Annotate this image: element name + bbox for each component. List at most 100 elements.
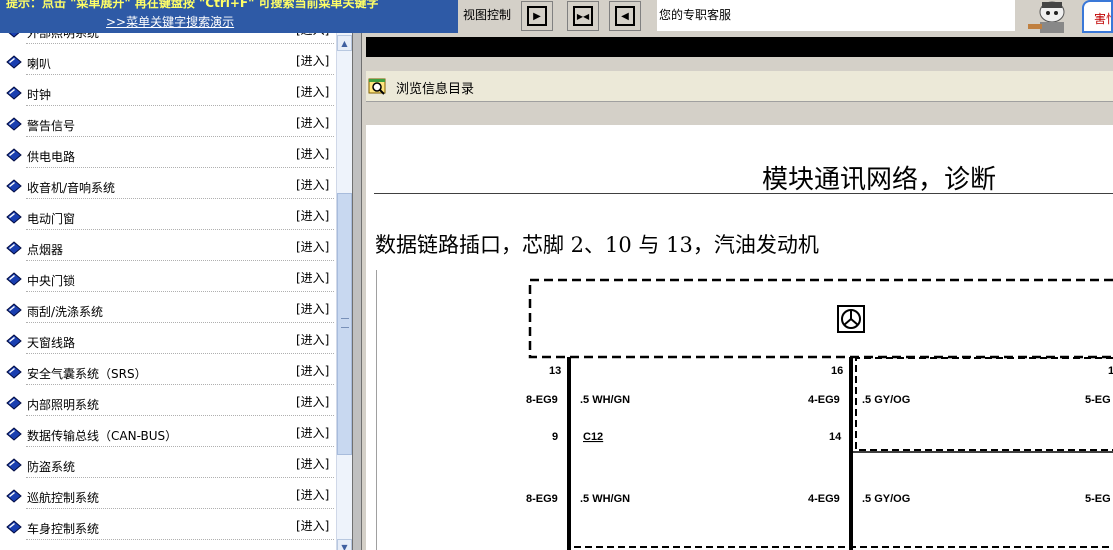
tip-banner: 提示：点击 "菜单展开" 再在键盘按 "Ctrl+F" 可搜索当前菜单关键字 >… (0, 0, 458, 33)
wire-color-label: .5 WH/GN (580, 493, 630, 505)
menu-item[interactable]: 数据传输总线（CAN-BUS） [进入] (0, 418, 336, 449)
enter-link[interactable]: [进入] (296, 300, 329, 317)
row-divider (26, 229, 334, 230)
enter-link[interactable]: [进入] (296, 176, 329, 193)
wire-color-label: .5 GY/OG (862, 394, 910, 406)
book-icon (6, 117, 22, 131)
customer-service-box[interactable]: 您的专职客服 (657, 0, 1015, 31)
enter-link[interactable]: [进入] (296, 238, 329, 255)
connector-label: 8-EG9 (526, 394, 558, 406)
search-demo-link[interactable]: >>菜单关键字搜索演示 (106, 13, 234, 30)
menu-item[interactable]: 内部照明系统 [进入] (0, 387, 336, 418)
row-divider (26, 322, 334, 323)
module-box (528, 278, 1113, 359)
enter-link[interactable]: [进入] (296, 83, 329, 100)
row-divider (26, 260, 334, 261)
content-panel: 浏览信息目录 模块通讯网络，诊断 数据链路插口，芯脚 2、10 与 13，汽油发… (362, 33, 1113, 550)
browse-bar[interactable]: 浏览信息目录 (366, 71, 1113, 102)
connector-label: 4-EG9 (808, 493, 840, 505)
book-icon (6, 210, 22, 224)
enter-link[interactable]: [进入] (296, 207, 329, 224)
book-icon (6, 179, 22, 193)
split-arrows-icon: ▶◀ (573, 6, 593, 26)
row-divider (26, 353, 334, 354)
menu-item[interactable]: 防盗系统 [进入] (0, 449, 336, 480)
menu-panel: 外部照明系统[进入]喇叭[进入]时钟[进入]警告信号[进入]供电电路[进入]收音… (0, 33, 352, 550)
enter-link[interactable]: [进入] (296, 52, 329, 69)
menu-item[interactable]: 收音机/音响系统 [进入] (0, 170, 336, 201)
row-divider (26, 477, 334, 478)
menu-item[interactable]: 点烟器 [进入] (0, 232, 336, 263)
mascot-icon (1028, 1, 1065, 33)
menu-item-label: 喇叭 (27, 57, 52, 71)
enter-link[interactable]: [进入] (296, 424, 329, 441)
book-icon (6, 458, 22, 472)
menu-item-label: 时钟 (27, 88, 52, 102)
row-divider (26, 105, 334, 106)
pin-13: 13 (549, 365, 561, 377)
menu-item[interactable]: 警告信号 [进入] (0, 108, 336, 139)
enter-link[interactable]: [进入] (296, 33, 329, 38)
book-icon (6, 396, 22, 410)
view-control-label: 视图控制 (463, 8, 512, 22)
menu-item-label: 巡航控制系统 (27, 491, 100, 505)
book-icon (6, 520, 22, 534)
scroll-thumb[interactable] (337, 193, 352, 455)
splice-label: C12 (583, 431, 603, 443)
service-label: 您的专职客服 (659, 8, 732, 22)
scroll-up-icon[interactable]: ▲ (337, 35, 352, 51)
enter-link[interactable]: [进入] (296, 362, 329, 379)
book-icon (6, 334, 22, 348)
panel-splitter[interactable] (352, 33, 362, 550)
menu-item[interactable]: 车身控制系统 [进入] (0, 511, 336, 542)
row-divider (26, 384, 334, 385)
connector-label: 4-EG9 (808, 394, 840, 406)
menu-item[interactable]: 巡航控制系统 [进入] (0, 480, 336, 511)
menu-item[interactable]: 外部照明系统 [进入] (0, 33, 336, 46)
enter-link[interactable]: [进入] (296, 486, 329, 503)
book-icon (6, 86, 22, 100)
row-divider (26, 43, 334, 44)
enter-link[interactable]: [进入] (296, 145, 329, 162)
book-icon (6, 489, 22, 503)
row-divider (26, 446, 334, 447)
menu-item-label: 电动门窗 (27, 212, 76, 226)
menu-item-label: 内部照明系统 (27, 398, 100, 412)
enter-link[interactable]: [进入] (296, 114, 329, 131)
book-icon (6, 303, 22, 317)
steering-wheel-icon (837, 305, 865, 333)
scroll-down-icon[interactable]: ▼ (337, 539, 352, 550)
corner-text: 害怕 (1094, 12, 1111, 26)
pin-16: 16 (831, 365, 843, 377)
expand-right-button[interactable]: ▶ (521, 1, 553, 31)
menu-item-label: 点烟器 (27, 243, 64, 257)
menu-item[interactable]: 天窗线路 [进入] (0, 325, 336, 356)
menu-item[interactable]: 供电电路 [进入] (0, 139, 336, 170)
row-divider (26, 539, 334, 540)
menu-item[interactable]: 喇叭 [进入] (0, 46, 336, 77)
menu-item-label: 车身控制系统 (27, 522, 100, 536)
magnifier-book-icon (368, 78, 386, 95)
grip-icon (341, 318, 349, 328)
book-icon (8, 33, 20, 38)
arrow-left-icon: ◀ (615, 6, 635, 26)
enter-link[interactable]: [进入] (296, 331, 329, 348)
menu-item[interactable]: 电动门窗 [进入] (0, 201, 336, 232)
split-view-button[interactable]: ▶◀ (567, 1, 599, 31)
book-icon (6, 241, 22, 255)
menu-item[interactable]: 安全气囊系统（SRS） [进入] (0, 356, 336, 387)
menu-scrollbar[interactable]: ▲ ▼ (336, 33, 352, 550)
corner-badge[interactable]: 害怕 (1082, 0, 1113, 33)
menu-item[interactable]: 中央门锁 [进入] (0, 263, 336, 294)
enter-link[interactable]: [进入] (296, 517, 329, 534)
enter-link[interactable]: [进入] (296, 393, 329, 410)
row-divider (26, 136, 334, 137)
menu-item[interactable]: 时钟 [进入] (0, 77, 336, 108)
enter-link[interactable]: [进入] (296, 455, 329, 472)
menu-item-label: 数据传输总线（CAN-BUS） (27, 429, 178, 443)
expand-left-button[interactable]: ◀ (609, 1, 641, 31)
menu-item[interactable]: 雨刮/洗涤系统 [进入] (0, 294, 336, 325)
enter-link[interactable]: [进入] (296, 269, 329, 286)
menu-item-label: 供电电路 (27, 150, 76, 164)
document-view: 模块通讯网络，诊断 数据链路插口，芯脚 2、10 与 13，汽油发动机 13 1… (366, 125, 1113, 550)
